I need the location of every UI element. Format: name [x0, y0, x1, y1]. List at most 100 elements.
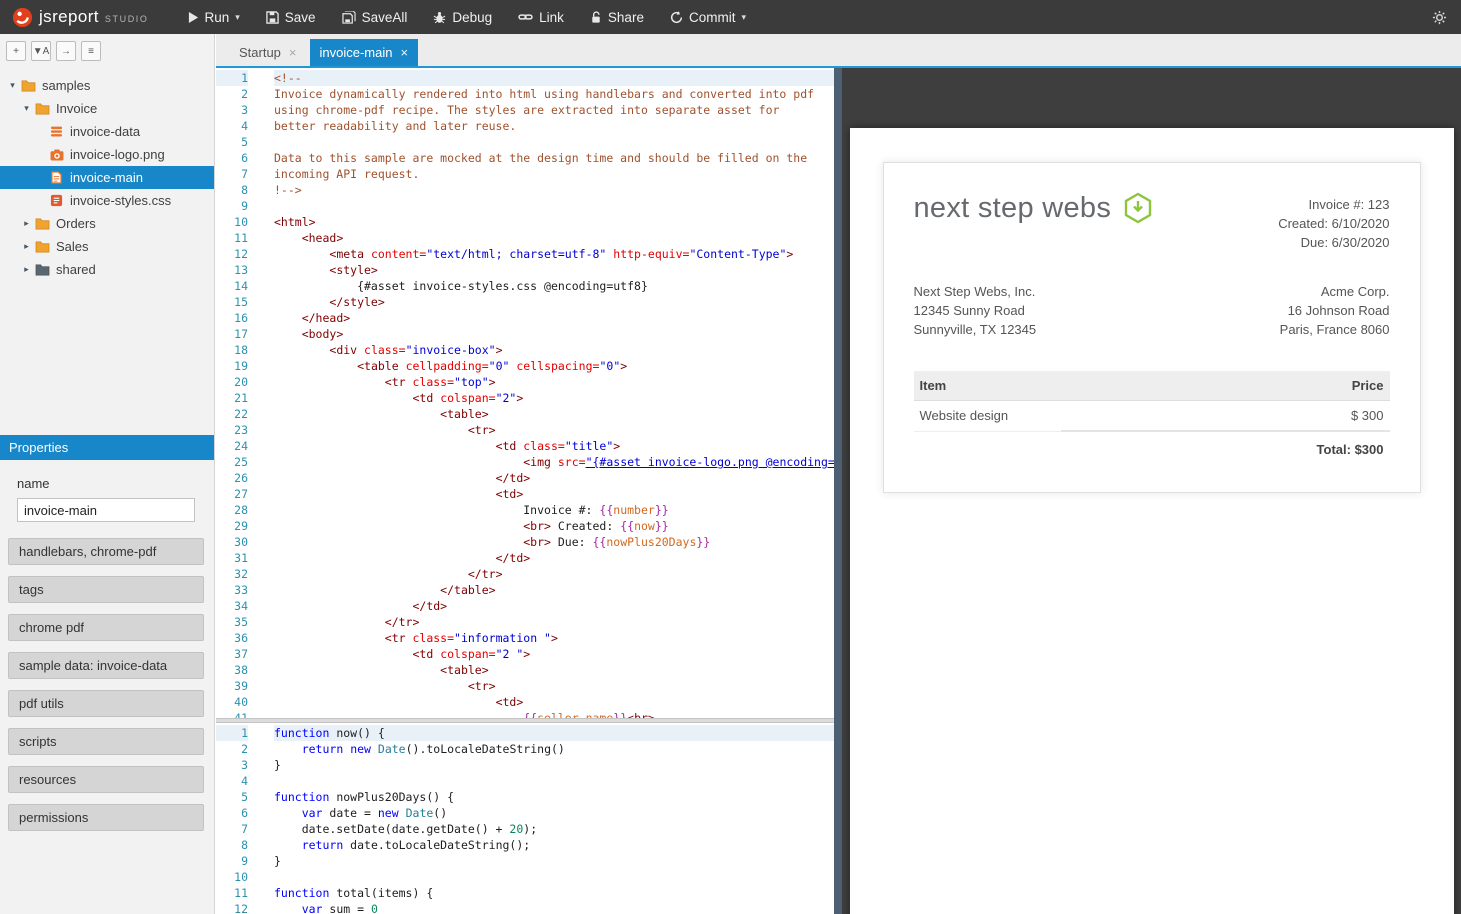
toolbar-share-button[interactable]: Share: [577, 0, 657, 34]
tab-Startup[interactable]: Startup×: [229, 39, 307, 66]
code-line: {#asset invoice-styles.css @encoding=utf…: [274, 278, 842, 294]
properties-panel: Properties name handlebars, chrome-pdfta…: [0, 435, 214, 842]
preview-pane: next step webs Invoice #: 123Created: 6/…: [842, 68, 1461, 914]
column-header: Price: [1061, 371, 1389, 401]
line-number: 23: [216, 422, 248, 438]
code-line: var date = new Date(): [274, 805, 842, 821]
collapse-icon[interactable]: ▾: [6, 80, 19, 91]
tab-invoice-main[interactable]: invoice-main ×: [310, 39, 419, 66]
tree-item-invoice-data[interactable]: invoice-data: [0, 120, 214, 143]
tree-item-invoice-styles.css[interactable]: invoice-styles.css: [0, 189, 214, 212]
expand-icon[interactable]: ▸: [20, 264, 33, 275]
jsreport-logo-icon: [12, 7, 33, 28]
toolbar-button-label: Link: [539, 10, 564, 25]
code-line: </td>: [274, 470, 842, 486]
code-line: <td colspan="2 ">: [274, 646, 842, 662]
toolbar-commit-button[interactable]: Commit▾: [657, 0, 759, 34]
line-number: 34: [216, 598, 248, 614]
properties-header: Properties: [0, 435, 214, 460]
pdf-preview-page: next step webs Invoice #: 123Created: 6/…: [850, 128, 1454, 914]
properties-section-resources[interactable]: resources: [8, 766, 204, 793]
properties-section-permissions[interactable]: permissions: [8, 804, 204, 831]
chevron-down-icon: ▾: [741, 12, 746, 23]
buyer-address-line: Paris, France 8060: [1280, 320, 1390, 339]
menu-button[interactable]: ≡: [81, 41, 101, 61]
sidebar-toolbar: +▼A→≡: [0, 34, 214, 68]
invoice-meta-line: Invoice #: 123: [1278, 195, 1389, 214]
tree-item-Invoice[interactable]: ▾ Invoice: [0, 97, 214, 120]
link-icon: [518, 11, 533, 23]
content-row: 1234567891011121314151617181920212223242…: [216, 68, 1461, 914]
line-number: 32: [216, 566, 248, 582]
table-cell: Website design: [914, 401, 1062, 432]
tree-item-invoice-logo.png[interactable]: invoice-logo.png: [0, 143, 214, 166]
add-entity-button[interactable]: +: [6, 41, 26, 61]
properties-section-pdf[interactable]: pdf utils: [8, 690, 204, 717]
tab-label: invoice-main: [320, 45, 393, 60]
expand-icon[interactable]: ▸: [20, 218, 33, 229]
line-number: 7: [216, 821, 248, 837]
line-number: 33: [216, 582, 248, 598]
toolbar-button-label: SaveAll: [362, 10, 408, 25]
collapse-icon[interactable]: ▾: [20, 103, 33, 114]
tree-item-label: invoice-logo.png: [70, 147, 165, 162]
code-line: </td>: [274, 598, 842, 614]
top-toolbar: jsreport STUDIO Run▾SaveSaveAllDebugLink…: [0, 0, 1461, 34]
tree-item-label: Orders: [56, 216, 96, 231]
properties-section-chrome[interactable]: chrome pdf: [8, 614, 204, 641]
tree-item-label: invoice-main: [70, 170, 143, 185]
expand-icon[interactable]: ▸: [20, 241, 33, 252]
tree-item-Orders[interactable]: ▸ Orders: [0, 212, 214, 235]
tree-item-samples[interactable]: ▾samples: [0, 74, 214, 97]
code-line: <tr class="information ">: [274, 630, 842, 646]
line-number: 10: [216, 869, 248, 885]
settings-gear-icon[interactable]: [1432, 10, 1447, 25]
properties-title: Properties: [9, 440, 68, 455]
helpers-editor[interactable]: 123456789101112 function now() { return …: [216, 723, 842, 914]
table-header-row: ItemPrice: [914, 371, 1390, 401]
template-editor[interactable]: 1234567891011121314151617181920212223242…: [216, 68, 842, 718]
line-number: 35: [216, 614, 248, 630]
code-line: <table>: [274, 662, 842, 678]
column-header: Item: [914, 371, 1062, 401]
template-code[interactable]: <!--Invoice dynamically rendered into ht…: [248, 68, 842, 718]
code-line: function now() {: [274, 725, 842, 741]
folder-dark-icon: [33, 263, 52, 276]
name-input[interactable]: [17, 498, 195, 522]
tree-item-invoice-main[interactable]: invoice-main: [0, 166, 214, 189]
properties-section-sample[interactable]: sample data: invoice-data: [8, 652, 204, 679]
code-line: Invoice dynamically rendered into html u…: [274, 86, 842, 102]
properties-section-tags[interactable]: tags: [8, 576, 204, 603]
line-number: 18: [216, 342, 248, 358]
collapse-all-button[interactable]: →: [56, 41, 76, 61]
css-icon: [47, 194, 66, 207]
code-line: date.setDate(date.getDate() + 20);: [274, 821, 842, 837]
bug-icon: [433, 11, 446, 24]
tree-item-shared[interactable]: ▸shared: [0, 258, 214, 281]
toolbar-save-button[interactable]: Save: [253, 0, 329, 34]
properties-body: name handlebars, chrome-pdftagschrome pd…: [0, 460, 214, 831]
tree-item-Sales[interactable]: ▸Sales: [0, 235, 214, 258]
toolbar-button-label: Save: [285, 10, 316, 25]
invoice-addresses: Next Step Webs, Inc.12345 Sunny RoadSunn…: [914, 282, 1390, 339]
code-line: using chrome-pdf recipe. The styles are …: [274, 102, 842, 118]
toolbar-debug-button[interactable]: Debug: [420, 0, 505, 34]
helpers-code[interactable]: function now() { return new Date().toLoc…: [248, 723, 842, 914]
toolbar-saveall-button[interactable]: SaveAll: [329, 0, 421, 34]
tab-close-icon[interactable]: ×: [401, 45, 409, 60]
editor-scrollbar[interactable]: [834, 68, 842, 914]
saveall-icon: [342, 11, 356, 24]
sort-filter-button[interactable]: ▼A: [31, 41, 51, 61]
toolbar-run-button[interactable]: Run▾: [175, 0, 253, 34]
line-number: 12: [216, 901, 248, 914]
properties-section-scripts[interactable]: scripts: [8, 728, 204, 755]
properties-section-handlebars[interactable]: handlebars, chrome-pdf: [8, 538, 204, 565]
tab-close-icon[interactable]: ×: [289, 45, 297, 60]
toolbar-link-button[interactable]: Link: [505, 0, 577, 34]
line-number: 2: [216, 86, 248, 102]
line-number: 40: [216, 694, 248, 710]
line-number: 41: [216, 710, 248, 718]
tree-item-label: Invoice: [56, 101, 97, 116]
code-line: <tr class="top">: [274, 374, 842, 390]
data-icon: [47, 125, 66, 138]
